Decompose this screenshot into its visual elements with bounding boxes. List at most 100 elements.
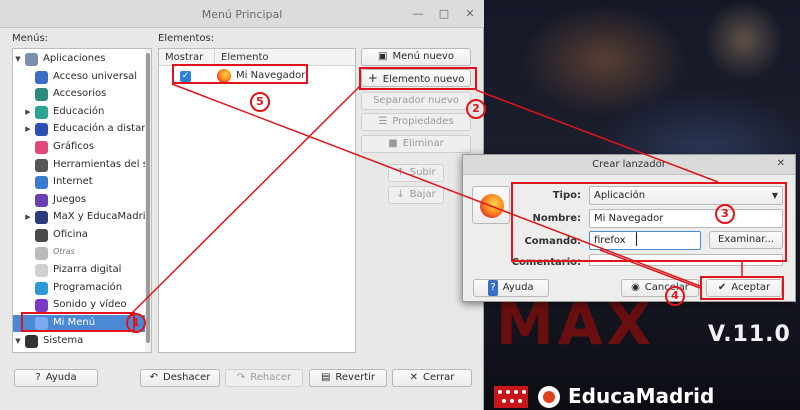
tree-item-label: Acceso universal xyxy=(53,70,138,82)
other-icon xyxy=(35,246,48,260)
tree-item[interactable]: Oficina xyxy=(13,227,151,244)
dialog-close-icon[interactable]: ✕ xyxy=(777,158,785,169)
tree-item[interactable]: Otras xyxy=(13,245,151,262)
tree-item-label: Sonido y vídeo xyxy=(53,299,127,311)
close-icon: ✕ xyxy=(409,372,418,383)
properties-icon: ☰ xyxy=(378,116,388,127)
educamadrid-banner: EducaMadrid xyxy=(494,382,800,410)
arrow-up-icon: ↑ xyxy=(396,167,405,178)
expander-right-icon[interactable]: ▶ xyxy=(23,108,33,116)
tree-item[interactable]: Internet xyxy=(13,174,151,191)
redo-icon: ↷ xyxy=(236,372,246,383)
menus-label: Menús: xyxy=(12,33,49,44)
tree-item-label: Herramientas del s xyxy=(53,158,148,170)
tree-item[interactable]: ▶ Educación a distanc xyxy=(13,121,152,138)
tree-item-label: Educación a distanc xyxy=(53,123,152,135)
annotation-box-new-element xyxy=(172,64,308,84)
tree-item[interactable]: ▼ Sistema xyxy=(13,333,151,350)
tree-item-label: Pizarra digital xyxy=(53,264,122,276)
revert-icon: ▤ xyxy=(320,372,331,383)
tree-item[interactable]: Gráficos xyxy=(13,139,151,156)
delete-button[interactable]: ■ Eliminar xyxy=(361,135,471,153)
applications-icon xyxy=(25,53,38,66)
undo-icon: ↶ xyxy=(149,372,159,383)
distance-education-icon xyxy=(35,123,48,137)
tree-item[interactable]: Juegos xyxy=(13,192,151,209)
educamadrid-brand: EducaMadrid xyxy=(568,384,715,408)
max-version-text: V.11.0 xyxy=(708,322,791,347)
new-menu-icon: ▣ xyxy=(378,51,388,62)
move-down-button[interactable]: ↓ Bajar xyxy=(388,186,444,204)
elements-label: Elementos: xyxy=(158,33,215,44)
annotation-box-new-item xyxy=(359,67,477,90)
annotation-box-selected-menu xyxy=(21,312,135,332)
tree-item[interactable]: Herramientas del s xyxy=(13,157,151,174)
system-gear-icon xyxy=(25,334,38,348)
tree-item[interactable]: ▶ Educación xyxy=(13,104,151,121)
annotation-box-accept xyxy=(700,276,784,300)
new-separator-button[interactable]: Separador nuevo xyxy=(361,92,471,110)
tree-item-label: Otras xyxy=(53,246,75,256)
tree-item[interactable]: Accesorios xyxy=(13,86,151,103)
tree-item-label: Juegos xyxy=(53,193,87,205)
tree-item-label: Sistema xyxy=(43,334,84,346)
maximize-icon[interactable]: □ xyxy=(436,6,452,22)
games-icon xyxy=(35,193,48,207)
annotation-step-3: 3 xyxy=(715,204,735,224)
annotation-box-launcher-fields xyxy=(511,182,787,262)
internet-icon xyxy=(35,176,48,190)
tree-item-label: Oficina xyxy=(53,229,88,240)
tree-item-label: MaX y EducaMadrid xyxy=(53,211,152,223)
annotation-step-1: 1 xyxy=(126,313,146,333)
annotation-step-5: 5 xyxy=(250,92,270,112)
revert-button[interactable]: ▤ Revertir xyxy=(309,369,387,387)
tree-scrollbar[interactable] xyxy=(145,49,151,352)
tree-item[interactable]: Programación xyxy=(13,280,151,297)
tree-item-label: Internet xyxy=(53,176,93,188)
expander-right-icon[interactable]: ▶ xyxy=(23,125,33,133)
launcher-icon-button[interactable] xyxy=(472,186,510,224)
close-window-icon[interactable]: ✕ xyxy=(462,6,478,22)
expander-right-icon[interactable]: ▶ xyxy=(23,213,33,221)
programming-icon xyxy=(35,281,48,295)
properties-button[interactable]: ☰ Propiedades xyxy=(361,113,471,131)
educamadrid-logo-icon xyxy=(538,386,560,408)
menu-tree[interactable]: ▼ Aplicaciones Acceso universal Accesorios ▶… xyxy=(12,48,152,353)
sound-video-icon xyxy=(35,299,48,313)
minimize-icon[interactable]: — xyxy=(410,6,426,22)
accessories-icon xyxy=(35,88,48,102)
expander-down-icon[interactable]: ▼ xyxy=(13,337,23,345)
expander-down-icon[interactable]: ▼ xyxy=(13,55,23,63)
tree-item[interactable]: ▼ Aplicaciones xyxy=(13,51,151,68)
tree-item-label: Educación xyxy=(53,105,105,117)
office-icon xyxy=(35,229,48,242)
tree-item[interactable]: Pizarra digital xyxy=(13,262,151,279)
graphics-icon xyxy=(35,141,48,154)
tree-item-label: Gráficos xyxy=(53,141,95,152)
whiteboard-icon xyxy=(35,264,48,278)
education-icon xyxy=(35,105,48,119)
annotation-step-4: 4 xyxy=(665,286,685,306)
dialog-help-button[interactable]: ? Ayuda xyxy=(473,279,549,297)
window-titlebar[interactable]: Menú Principal — □ ✕ xyxy=(0,0,484,28)
redo-button[interactable]: ↷ Rehacer xyxy=(225,369,303,387)
close-button[interactable]: ✕ Cerrar xyxy=(392,369,472,387)
annotation-step-2: 2 xyxy=(466,99,486,119)
firefox-icon xyxy=(480,194,504,218)
dialog-title[interactable]: Crear lanzador xyxy=(463,155,795,175)
system-tools-icon xyxy=(35,158,48,172)
main-menu-window: Menú Principal — □ ✕ Menús: Elementos: ▼… xyxy=(0,0,484,410)
tree-item[interactable]: Acceso universal xyxy=(13,69,151,86)
new-menu-button[interactable]: ▣ Menú nuevo xyxy=(361,48,471,66)
delete-icon: ■ xyxy=(388,138,398,149)
move-up-button[interactable]: ↑ Subir xyxy=(388,164,444,182)
accessibility-icon xyxy=(35,70,48,84)
undo-button[interactable]: ↶ Deshacer xyxy=(140,369,220,387)
help-icon: ? xyxy=(35,372,41,383)
tree-item-label: Programación xyxy=(53,281,123,293)
tree-item[interactable]: ▶ MaX y EducaMadrid xyxy=(13,209,152,226)
tree-item-label: Aplicaciones xyxy=(43,53,106,64)
cancel-button[interactable]: ◉ Cancelar xyxy=(621,279,699,297)
help-button[interactable]: ? Ayuda xyxy=(14,369,98,387)
arrow-down-icon: ↓ xyxy=(396,189,405,200)
